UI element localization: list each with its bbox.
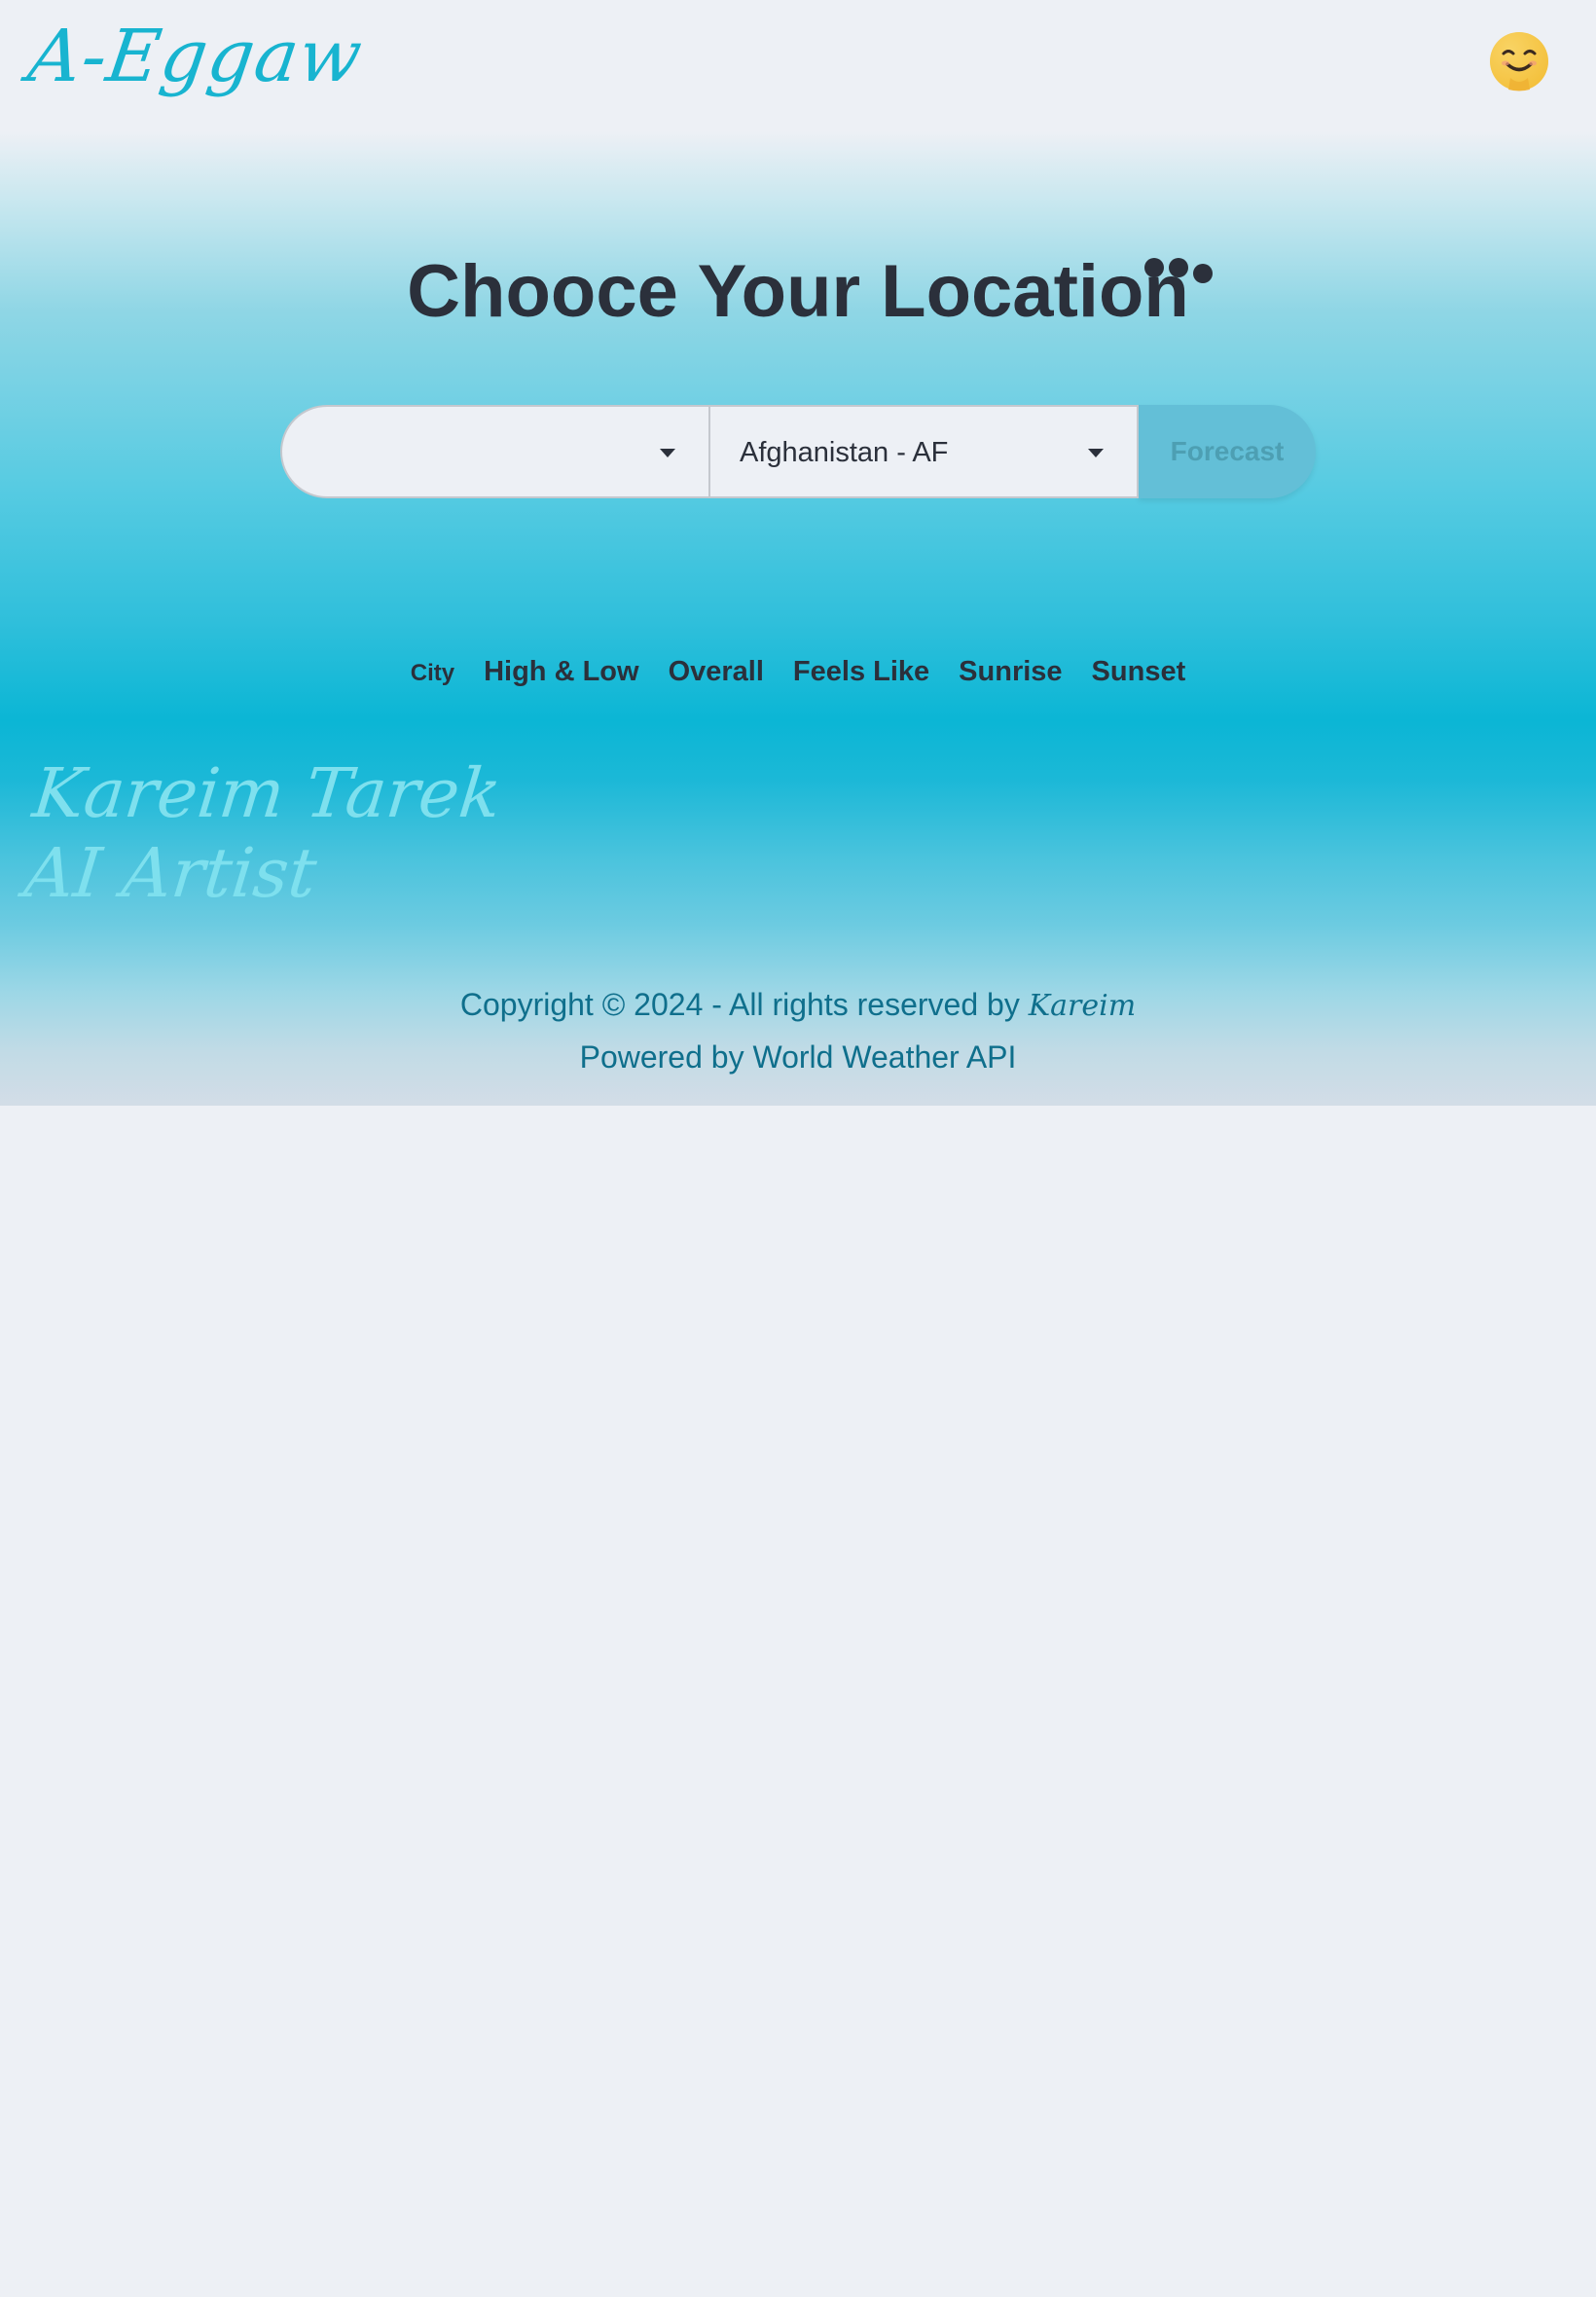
- title-wrapper: Chooce Your Location: [0, 255, 1596, 329]
- forecast-table-header: City High & Low Overall Feels Like Sunri…: [0, 656, 1596, 688]
- copyright-author[interactable]: Kareim: [1029, 989, 1136, 1023]
- copyright-line: Copyright © 2024 - All rights reserved b…: [0, 979, 1596, 1032]
- location-search-bar: Afghanistan - AF Forecast: [280, 405, 1316, 498]
- column-header-city: City: [410, 660, 455, 686]
- signature-name: Kareim Tarek: [29, 753, 505, 833]
- page-title: Chooce Your Location: [407, 250, 1189, 333]
- country-select-value: Afghanistan - AF: [740, 437, 949, 468]
- signature-role: AI Artist: [20, 833, 321, 913]
- column-header-feels-like: Feels Like: [792, 656, 930, 687]
- country-select[interactable]: Afghanistan - AF: [710, 405, 1139, 498]
- city-select[interactable]: [280, 405, 710, 498]
- page: A-Eggaw Chooce Your Location Afghanistan…: [0, 0, 1596, 2297]
- column-header-high-low: High & Low: [484, 656, 639, 687]
- hero-gradient-background: [0, 0, 1596, 1106]
- artist-signature: Kareim Tarek AI Artist: [20, 753, 504, 913]
- loading-dots-icon: [1144, 258, 1213, 283]
- powered-by-line[interactable]: Powered by World Weather API: [0, 1032, 1596, 1082]
- footer: Copyright © 2024 - All rights reserved b…: [0, 979, 1596, 1082]
- site-logo[interactable]: A-Eggaw: [23, 14, 368, 100]
- smiling-face-icon[interactable]: [1489, 31, 1549, 91]
- copyright-text: Copyright © 2024 - All rights reserved b…: [459, 987, 1020, 1022]
- chevron-down-icon[interactable]: [660, 449, 675, 457]
- chevron-down-icon[interactable]: [1088, 449, 1104, 457]
- forecast-button[interactable]: Forecast: [1139, 405, 1316, 498]
- column-header-overall: Overall: [668, 656, 764, 687]
- column-header-sunset: Sunset: [1091, 656, 1186, 687]
- column-header-sunrise: Sunrise: [959, 656, 1063, 687]
